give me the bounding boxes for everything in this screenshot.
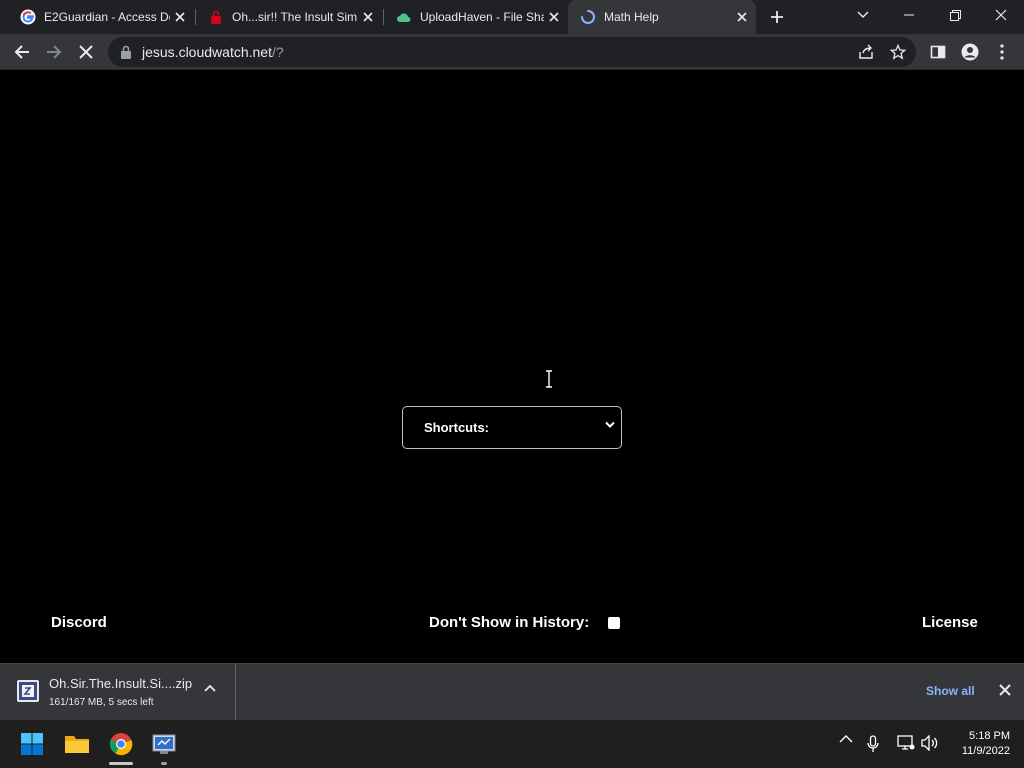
download-bar: Oh.Sir.The.Insult.Si....zip 161/167 MB, … (0, 663, 1024, 720)
microphone-icon[interactable] (867, 735, 879, 753)
tab-strip: E2Guardian - Access De Oh...sir!! The In… (0, 0, 1024, 34)
tab-title: UploadHaven - File Sha (420, 10, 544, 24)
network-icon[interactable] (897, 735, 915, 751)
loading-spinner-icon (581, 10, 595, 24)
chevron-down-icon (605, 421, 615, 428)
side-panel-button[interactable] (924, 38, 952, 66)
active-app-indicator (109, 762, 133, 765)
profile-button[interactable] (956, 38, 984, 66)
restore-icon (949, 9, 961, 21)
cloud-icon (397, 13, 411, 22)
arrow-right-icon (47, 45, 62, 59)
history-toggle: Don't Show in History: (429, 614, 621, 631)
chevron-up-icon[interactable] (839, 734, 853, 744)
system-clock[interactable]: 5:18 PM 11/9/2022 (948, 729, 1010, 759)
clock-date: 11/9/2022 (961, 745, 1010, 757)
minimize-button[interactable] (886, 0, 932, 30)
tab-title: Math Help (604, 10, 659, 24)
address-bar[interactable]: jesus.cloudwatch.net/? (108, 37, 916, 67)
stop-loading-button[interactable] (72, 38, 100, 66)
star-icon[interactable] (890, 44, 906, 60)
arrow-left-icon (14, 45, 29, 59)
chrome-button[interactable] (105, 728, 137, 760)
menu-button[interactable] (988, 38, 1016, 66)
zip-file-icon (17, 680, 39, 702)
lock-icon (211, 10, 221, 24)
tab-search-button[interactable] (840, 0, 886, 30)
download-item[interactable]: Oh.Sir.The.Insult.Si....zip 161/167 MB, … (0, 664, 236, 720)
plus-icon (771, 11, 783, 23)
close-tab-icon[interactable] (732, 7, 752, 27)
share-icon[interactable] (858, 44, 874, 60)
more-vert-icon (1000, 44, 1004, 60)
tab-title: E2Guardian - Access De (44, 10, 170, 24)
history-label: Don't Show in History: (429, 614, 590, 631)
page-content: Shortcuts: Discord Don't Show in History… (0, 70, 1024, 663)
url-text: jesus.cloudwatch.net/? (142, 44, 284, 60)
close-icon (995, 9, 1007, 21)
tab-e2guardian[interactable]: E2Guardian - Access De (8, 0, 194, 34)
text-cursor-icon (546, 370, 552, 388)
discord-link[interactable]: Discord (51, 614, 107, 631)
shortcuts-selected-value: Shortcuts: (424, 420, 489, 435)
tab-uploadhaven[interactable]: UploadHaven - File Sha (384, 0, 568, 34)
new-tab-button[interactable] (765, 5, 789, 29)
url-host: jesus.cloudwatch.net (142, 44, 272, 60)
browser-toolbar: jesus.cloudwatch.net/? (0, 34, 1024, 70)
close-download-bar-icon[interactable] (998, 683, 1012, 697)
running-app-indicator (161, 762, 167, 765)
close-icon (79, 45, 93, 59)
download-status: 161/167 MB, 5 secs left (49, 697, 154, 708)
hide-history-checkbox[interactable] (608, 616, 621, 629)
show-all-downloads-link[interactable]: Show all (926, 684, 975, 698)
folder-icon (65, 736, 89, 753)
url-path: /? (271, 44, 284, 60)
clock-time: 5:18 PM (969, 730, 1010, 742)
restore-button[interactable] (932, 0, 978, 30)
monitor-app-icon (152, 734, 176, 754)
close-tab-icon[interactable] (544, 7, 564, 27)
tab-title: Oh...sir!! The Insult Sim (232, 10, 358, 24)
shortcuts-select[interactable]: Shortcuts: (402, 406, 622, 449)
avatar-icon (961, 43, 979, 61)
windows-logo-icon (21, 733, 43, 755)
license-link[interactable]: License (922, 614, 978, 631)
taskbar-app-button[interactable] (148, 728, 180, 760)
close-window-button[interactable] (978, 0, 1024, 30)
chevron-up-icon[interactable] (204, 684, 216, 692)
chevron-down-icon (857, 11, 869, 18)
back-button[interactable] (8, 38, 36, 66)
lock-icon (121, 45, 131, 59)
forward-button[interactable] (40, 38, 68, 66)
google-icon (20, 9, 36, 25)
file-explorer-button[interactable] (61, 728, 93, 760)
windows-taskbar: 5:18 PM 11/9/2022 (0, 720, 1024, 768)
download-filename: Oh.Sir.The.Insult.Si....zip (49, 676, 193, 691)
volume-icon[interactable] (921, 735, 939, 751)
start-button[interactable] (16, 728, 48, 760)
close-tab-icon[interactable] (170, 7, 190, 27)
minimize-icon (904, 14, 914, 16)
chrome-icon (109, 733, 133, 756)
close-tab-icon[interactable] (358, 7, 378, 27)
tab-math-help[interactable]: Math Help (568, 0, 756, 34)
tab-insult-sim[interactable]: Oh...sir!! The Insult Sim (196, 0, 382, 34)
side-panel-icon (930, 45, 946, 59)
